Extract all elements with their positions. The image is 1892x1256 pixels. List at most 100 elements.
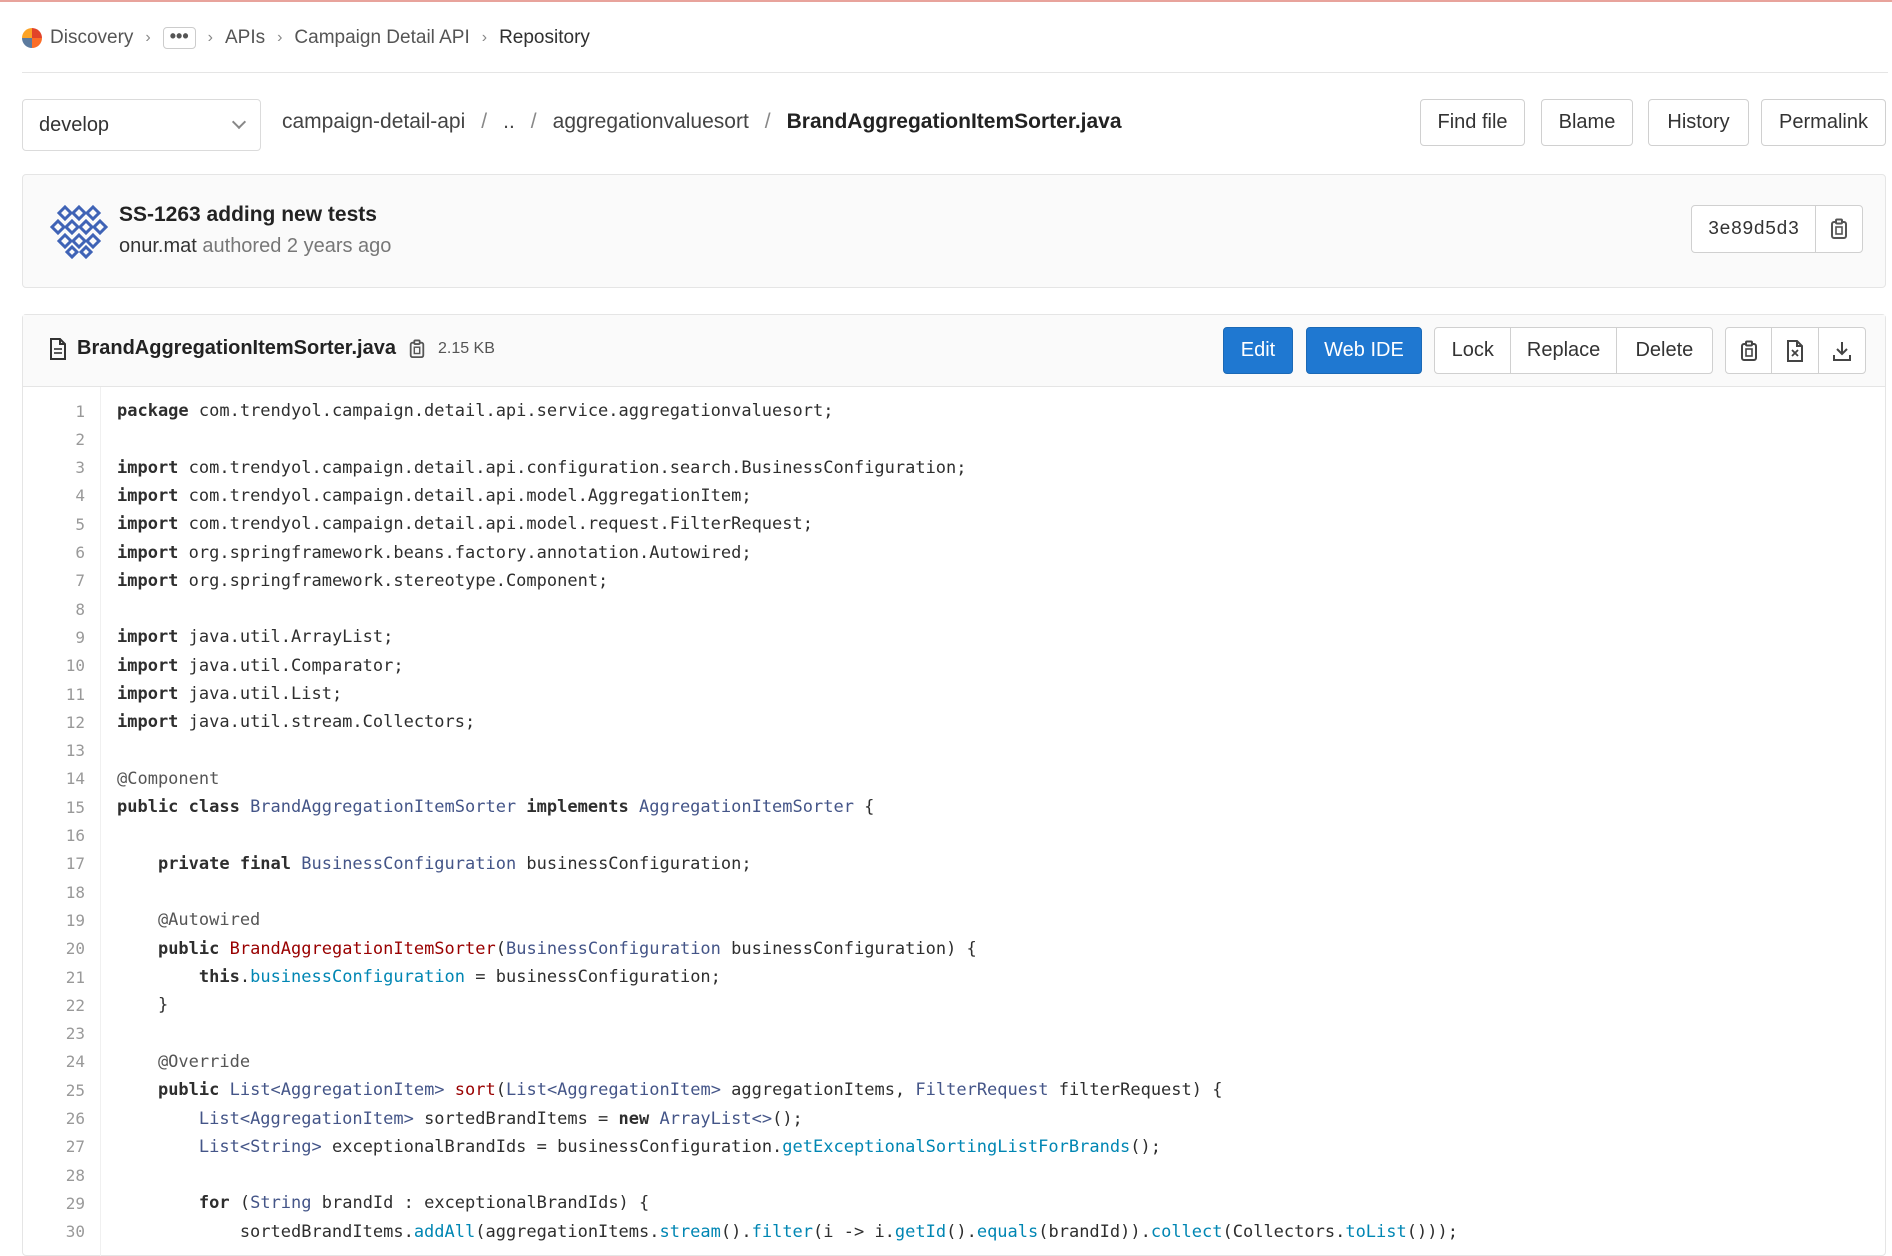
code-text: import org.springframework.stereotype.Co…	[117, 570, 609, 591]
commit-meta: onur.mat authored 2 years ago	[119, 235, 391, 258]
permalink-button[interactable]: Permalink	[1761, 99, 1886, 146]
code-text: }	[117, 995, 169, 1016]
code-line: 27 List<String> exceptionalBrandIds = bu…	[23, 1133, 1885, 1161]
copy-sha-button[interactable]	[1816, 206, 1862, 252]
line-number[interactable]: 23	[23, 1024, 85, 1043]
breadcrumb-discovery[interactable]: Discovery	[50, 27, 133, 49]
line-number[interactable]: 21	[23, 968, 85, 987]
delete-button[interactable]: Delete	[1617, 328, 1712, 373]
line-number[interactable]: 11	[23, 685, 85, 704]
code-text: package com.trendyol.campaign.detail.api…	[117, 401, 834, 421]
top-accent-bar	[0, 0, 1892, 2]
breadcrumb-expand-button[interactable]: •••	[162, 27, 196, 49]
line-number[interactable]: 1	[23, 402, 85, 421]
file-size: 2.15 KB	[437, 339, 495, 357]
line-number[interactable]: 9	[23, 628, 85, 647]
code-line: 20 public BrandAggregationItemSorter(Bus…	[23, 935, 1885, 963]
path-separator: /	[481, 110, 488, 133]
code-text: sortedBrandItems.addAll(aggregationItems…	[117, 1221, 1458, 1242]
code-text: List<String> exceptionalBrandIds = busin…	[198, 1136, 1162, 1157]
line-number[interactable]: 12	[23, 713, 85, 732]
code-line: 2	[23, 425, 1885, 453]
replace-button[interactable]: Replace	[1511, 328, 1617, 373]
path-current-file: BrandAggregationItemSorter.java	[786, 110, 1122, 133]
line-number[interactable]: 15	[23, 798, 85, 817]
code-text: import com.trendyol.campaign.detail.api.…	[117, 514, 813, 535]
line-number[interactable]: 27	[23, 1137, 85, 1156]
line-number[interactable]: 7	[23, 571, 85, 590]
code-line: 23	[23, 1020, 1885, 1048]
line-number[interactable]: 13	[23, 741, 85, 760]
line-number[interactable]: 5	[23, 515, 85, 534]
commit-title-link[interactable]: SS-1263 adding new tests	[119, 203, 377, 227]
path-aggregationvaluesort[interactable]: aggregationvaluesort	[553, 110, 749, 134]
line-number[interactable]: 22	[23, 996, 85, 1015]
line-number[interactable]: 3	[23, 458, 85, 477]
line-number[interactable]: 19	[23, 911, 85, 930]
code-line: 18	[23, 878, 1885, 906]
clipboard-icon	[409, 339, 425, 358]
code-view: 1 package com.trendyol.campaign.detail.ap…	[23, 387, 1885, 1256]
breadcrumb-apis[interactable]: APIs	[225, 27, 265, 49]
branch-dropdown[interactable]: develop	[22, 99, 261, 151]
line-number[interactable]: 29	[23, 1194, 85, 1213]
code-line: 22 }	[23, 991, 1885, 1019]
code-line: 15 public class BrandAggregationItemSorte…	[23, 793, 1885, 821]
line-number[interactable]: 20	[23, 939, 85, 958]
web-ide-button[interactable]: Web IDE	[1306, 327, 1422, 374]
blame-button[interactable]: Blame	[1541, 99, 1633, 146]
breadcrumb-repository[interactable]: Repository	[499, 27, 590, 49]
line-number[interactable]: 17	[23, 854, 85, 873]
path-separator: /	[530, 110, 537, 133]
code-line: 26 List<AggregationItem> sortedBrandItem…	[23, 1105, 1885, 1133]
commit-author-link[interactable]: onur.mat	[119, 235, 197, 257]
code-line: 17 private final BusinessConfiguration b…	[23, 850, 1885, 878]
copy-file-path-button[interactable]	[408, 338, 426, 360]
line-number[interactable]: 30	[23, 1222, 85, 1241]
file-name: BrandAggregationItemSorter.java	[77, 337, 396, 359]
code-line: 1 package com.trendyol.campaign.detail.ap…	[23, 397, 1885, 425]
path-repo-root[interactable]: campaign-detail-api	[282, 110, 465, 134]
line-number[interactable]: 25	[23, 1081, 85, 1100]
lock-button[interactable]: Lock	[1435, 328, 1512, 373]
line-number[interactable]: 24	[23, 1052, 85, 1071]
commit-sha[interactable]: 3e89d5d3	[1692, 206, 1816, 252]
find-file-button[interactable]: Find file	[1420, 99, 1525, 146]
code-line: 21 this.businessConfiguration = business…	[23, 963, 1885, 991]
path-parent[interactable]: ..	[503, 110, 515, 134]
breadcrumb-campaign-detail-api[interactable]: Campaign Detail API	[294, 27, 469, 49]
line-number[interactable]: 4	[23, 486, 85, 505]
download-button[interactable]	[1819, 328, 1865, 373]
code-line: 9 import java.util.ArrayList;	[23, 623, 1885, 651]
file-header: BrandAggregationItemSorter.java 2.15 KB …	[23, 315, 1885, 387]
line-number[interactable]: 10	[23, 656, 85, 675]
code-line: 19 @Autowired	[23, 906, 1885, 934]
line-number[interactable]: 2	[23, 430, 85, 449]
code-text: import com.trendyol.campaign.detail.api.…	[117, 457, 967, 478]
line-number[interactable]: 18	[23, 883, 85, 902]
history-button[interactable]: History	[1648, 99, 1749, 146]
file-actions-group: Lock Replace Delete	[1434, 327, 1713, 374]
code-line: 5 import com.trendyol.campaign.detail.api…	[23, 510, 1885, 538]
user-avatar[interactable]	[50, 201, 108, 259]
file-viewer: BrandAggregationItemSorter.java 2.15 KB …	[22, 314, 1886, 1256]
code-line: 30 sortedBrandItems.addAll(aggregationIt…	[23, 1218, 1885, 1246]
line-number[interactable]: 26	[23, 1109, 85, 1128]
line-number[interactable]: 8	[23, 600, 85, 619]
branch-name: develop	[39, 113, 110, 136]
code-line: 16	[23, 822, 1885, 850]
code-text: public BrandAggregationItemSorter(Busine…	[157, 938, 977, 959]
edit-button[interactable]: Edit	[1223, 327, 1293, 374]
code-text: import java.util.ArrayList;	[117, 627, 394, 648]
line-number[interactable]: 16	[23, 826, 85, 845]
line-number[interactable]: 6	[23, 543, 85, 562]
code-line: 11 import java.util.List;	[23, 680, 1885, 708]
open-raw-button[interactable]	[1772, 328, 1819, 373]
line-number[interactable]: 14	[23, 769, 85, 788]
code-text: import java.util.Comparator;	[117, 655, 404, 676]
code-line: 7 import org.springframework.stereotype.C…	[23, 567, 1885, 595]
commit-sha-group: 3e89d5d3	[1691, 205, 1863, 253]
code-text: import java.util.stream.Collectors;	[117, 712, 476, 733]
line-number[interactable]: 28	[23, 1166, 85, 1185]
copy-contents-button[interactable]	[1726, 328, 1773, 373]
